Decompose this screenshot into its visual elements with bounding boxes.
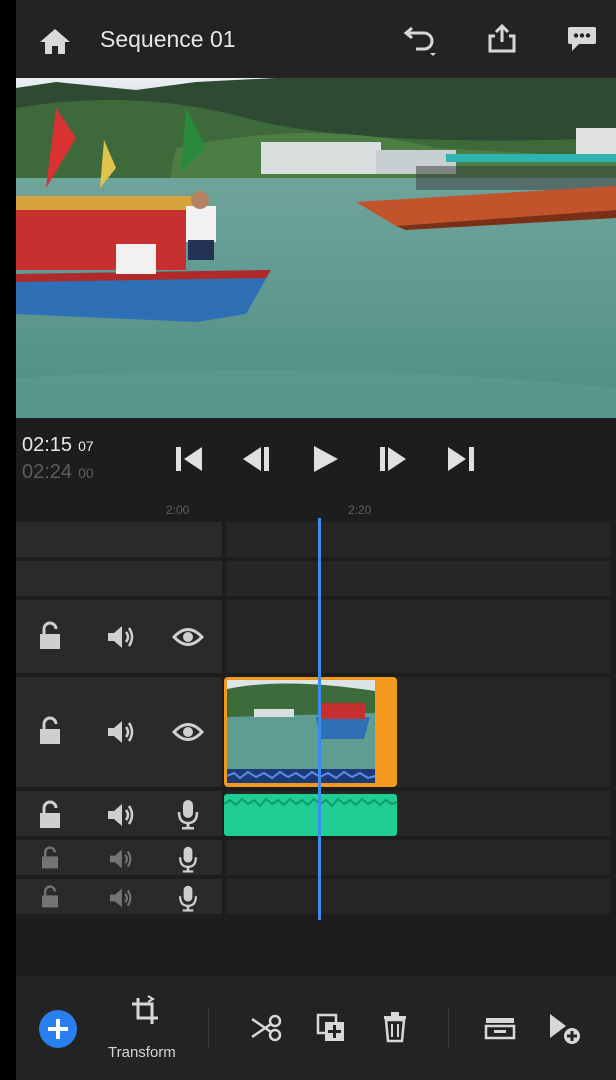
- share-icon[interactable]: [486, 24, 518, 54]
- transform-label[interactable]: Transform: [108, 1044, 176, 1061]
- top-bar: Sequence 01: [16, 0, 616, 78]
- eye-icon[interactable]: [172, 626, 204, 648]
- total-frames: 00: [78, 465, 94, 481]
- step-back-icon[interactable]: [241, 445, 273, 473]
- preview-frame: [16, 78, 616, 418]
- track-lane-title-2[interactable]: [226, 561, 610, 596]
- duplicate-icon[interactable]: [316, 1013, 346, 1043]
- step-forward-icon[interactable]: [376, 445, 408, 473]
- total-time: 02:24: [22, 461, 73, 483]
- lock-open-icon[interactable]: [38, 621, 62, 651]
- track-lane-title-1[interactable]: [226, 522, 610, 557]
- track-lane-video-2[interactable]: [226, 600, 610, 673]
- speaker-icon[interactable]: [106, 719, 136, 745]
- video-preview[interactable]: [16, 78, 616, 418]
- app-window: Sequence 01 02:15 07 02:24 00 2:00 2:20 …: [16, 0, 616, 1080]
- skip-to-start-icon[interactable]: [174, 445, 206, 473]
- track-header-title-2: [16, 561, 222, 596]
- playhead[interactable]: [318, 518, 321, 920]
- scissors-icon[interactable]: [250, 1014, 284, 1042]
- video-clip[interactable]: [224, 677, 397, 787]
- play-icon[interactable]: [312, 444, 340, 474]
- lock-open-icon[interactable]: [38, 800, 62, 830]
- ruler-tick-label: 2:00: [166, 503, 190, 517]
- ruler-tick-label: 2:20: [348, 503, 372, 517]
- track-lane-audio-2[interactable]: [226, 840, 610, 875]
- toolbar-divider: [208, 1008, 209, 1048]
- sequence-title: Sequence 01: [100, 26, 236, 52]
- microphone-icon[interactable]: [176, 798, 200, 830]
- lock-open-icon[interactable]: [40, 846, 60, 870]
- current-frames: 07: [78, 438, 94, 454]
- speaker-icon[interactable]: [106, 802, 136, 828]
- add-media-icon[interactable]: [38, 1009, 78, 1049]
- microphone-icon[interactable]: [177, 845, 199, 873]
- fit-timeline-icon[interactable]: [484, 1016, 516, 1040]
- home-icon[interactable]: [38, 27, 72, 55]
- speaker-icon[interactable]: [106, 624, 136, 650]
- undo-icon[interactable]: [402, 25, 442, 57]
- track-header-title-1: [16, 522, 222, 557]
- current-time: 02:15: [22, 434, 73, 456]
- track-lane-audio-3[interactable]: [226, 879, 610, 914]
- transform-icon[interactable]: [128, 994, 162, 1028]
- timeline-ruler[interactable]: [16, 500, 616, 520]
- current-timecode: 02:15 07: [22, 434, 94, 457]
- speaker-icon[interactable]: [108, 848, 134, 870]
- lock-open-icon[interactable]: [40, 885, 60, 909]
- lock-open-icon[interactable]: [38, 716, 62, 746]
- toolbar-divider: [448, 1008, 449, 1048]
- add-track-icon[interactable]: [548, 1012, 582, 1046]
- feedback-icon[interactable]: [566, 24, 598, 54]
- delete-icon[interactable]: [382, 1011, 408, 1043]
- skip-to-end-icon[interactable]: [444, 445, 476, 473]
- audio-clip[interactable]: [224, 794, 397, 836]
- total-timecode: 02:24 00: [22, 461, 94, 484]
- speaker-icon[interactable]: [108, 887, 134, 909]
- microphone-icon[interactable]: [177, 884, 199, 912]
- eye-icon[interactable]: [172, 721, 204, 743]
